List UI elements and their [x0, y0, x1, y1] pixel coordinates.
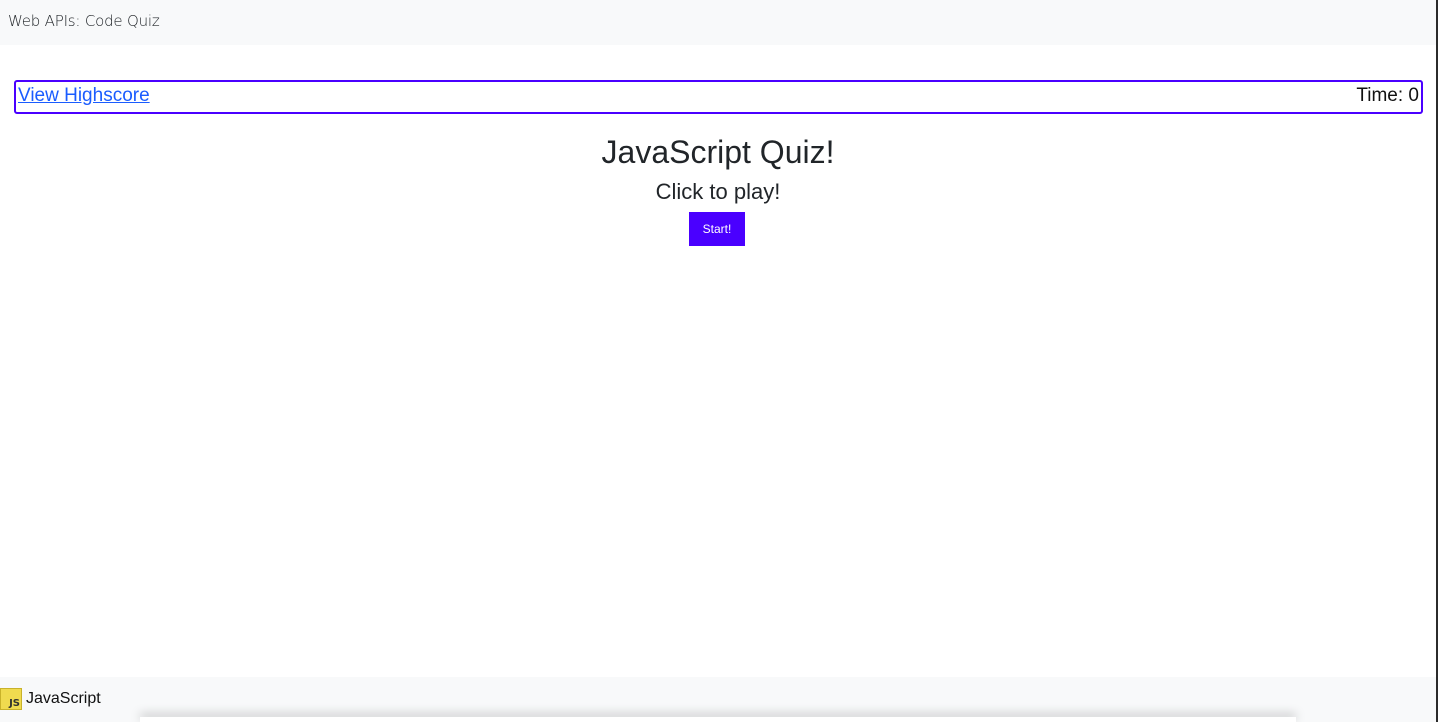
view-highscore-link[interactable]: View Highscore: [18, 85, 150, 107]
footer-shadow: [140, 717, 1296, 722]
timer-value: 0: [1408, 85, 1419, 106]
quiz-header: View Highscore Time: 0: [14, 80, 1423, 114]
footer-label: JavaScript: [26, 690, 101, 707]
timer-label: Time:: [1356, 85, 1409, 106]
navbar: Web APIs: Code Quiz: [0, 0, 1436, 45]
navbar-brand[interactable]: Web APIs: Code Quiz: [8, 12, 160, 30]
footer: JS JavaScript: [0, 677, 1436, 722]
timer: Time: 0: [1356, 85, 1419, 107]
javascript-logo-icon: JS: [0, 688, 22, 710]
quiz-subtitle: Click to play!: [655, 179, 781, 204]
quiz-title: JavaScript Quiz!: [601, 134, 835, 170]
start-button[interactable]: Start!: [689, 212, 745, 246]
javascript-logo-text: JS: [9, 698, 20, 709]
